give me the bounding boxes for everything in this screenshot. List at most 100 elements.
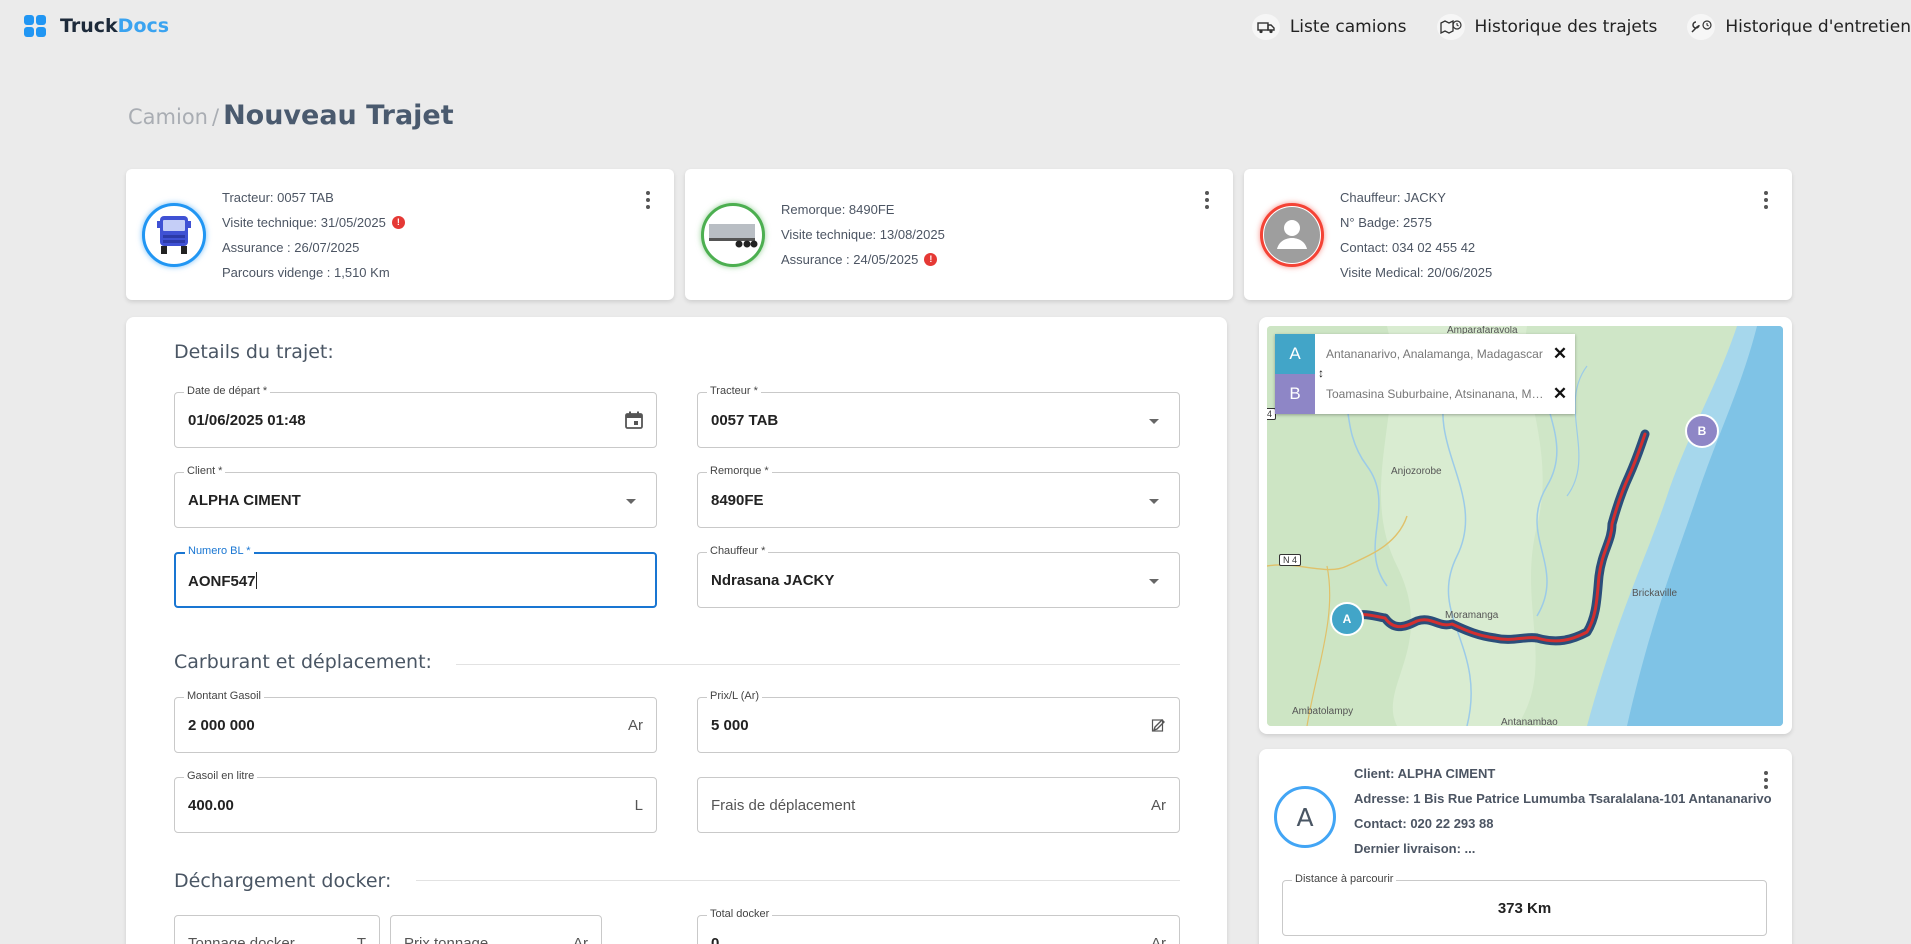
road-shield: N 4: [1279, 554, 1302, 566]
field-placeholder: Prix tonnage: [404, 935, 489, 944]
field-value: ALPHA CIMENT: [188, 492, 301, 509]
distance-value: 373 Km: [1497, 900, 1552, 917]
driver-card: Chauffeur: JACKY N° Badge: 2575 Contact:…: [1244, 169, 1792, 300]
tractor-avatar: [142, 203, 206, 267]
fuel-liters-input[interactable]: Gasoil en litre 400.00 L: [174, 770, 657, 833]
route-map[interactable]: Amparafaravola Anjozorobe Brickaville Mo…: [1267, 326, 1783, 726]
trailer-line: Remorque: 8490FE: [781, 197, 945, 222]
origin-marker: A: [1275, 334, 1315, 374]
nav-label: Liste camions: [1289, 17, 1407, 37]
nav-historique-entretien[interactable]: Historique d'entretien: [1687, 14, 1911, 40]
client-select[interactable]: Client * ALPHA CIMENT: [174, 465, 657, 528]
field-value: 0: [711, 935, 720, 944]
trailer-line: Assurance : 24/05/2025!: [781, 247, 945, 272]
field-value-wrap: AONF547: [188, 572, 257, 590]
route-panel: A Antananarivo, Analamanga, Madagascar ✕…: [1275, 334, 1575, 414]
docker-total-input[interactable]: Total docker 0 Ar: [697, 908, 1180, 944]
caret-down-icon: [1149, 419, 1159, 424]
client-avatar: A: [1274, 786, 1336, 848]
field-label: Distance à parcourir: [1292, 873, 1397, 885]
trailer-icon: [709, 224, 758, 248]
client-last-delivery: Dernier livraison: ...: [1354, 841, 1476, 856]
client-info: Client: ALPHA CIMENT Adresse: 1 Bis Rue …: [1354, 761, 1772, 861]
field-value: AONF547: [188, 573, 256, 590]
distance-field: Distance à parcourir 373 Km: [1282, 873, 1767, 936]
driver-line: Chauffeur: JACKY: [1340, 185, 1492, 210]
clear-origin-icon[interactable]: ✕: [1545, 344, 1575, 364]
more-vert-icon[interactable]: [1205, 191, 1209, 209]
edit-icon[interactable]: [1151, 717, 1167, 733]
more-vert-icon[interactable]: [1764, 771, 1768, 789]
driver-badge: N° Badge: 2575: [1340, 215, 1432, 230]
field-suffix: Ar: [573, 935, 588, 944]
wrench-history-icon: [1687, 14, 1716, 40]
driver-name: Chauffeur: JACKY: [1340, 190, 1446, 205]
driver-select[interactable]: Chauffeur * Ndrasana JACKY: [697, 545, 1180, 608]
route-pin-b[interactable]: B: [1685, 414, 1719, 448]
field-value: 2 000 000: [188, 717, 255, 734]
calendar-icon[interactable]: [624, 410, 644, 430]
travel-fees-input[interactable]: Frais de déplacement Ar: [697, 777, 1180, 833]
origin-input[interactable]: Antananarivo, Analamanga, Madagascar: [1315, 347, 1545, 361]
main-nav: Liste camions Historique des trajets His…: [1251, 14, 1911, 40]
client-contact: Contact: 020 22 293 88: [1354, 816, 1494, 831]
departure-date-field[interactable]: Date de départ * 01/06/2025 01:48: [174, 385, 657, 448]
route-pin-a[interactable]: A: [1330, 602, 1364, 636]
map-place-label: Moramanga: [1445, 610, 1499, 621]
field-label: Numero BL *: [185, 545, 254, 557]
tractor-line: Assurance : 26/07/2025: [222, 235, 405, 260]
tractor-line: Parcours videnge : 1,510 Km: [222, 260, 405, 285]
field-label: Date de départ *: [184, 385, 271, 397]
fuel-amount-input[interactable]: Montant Gasoil 2 000 000 Ar: [174, 690, 657, 753]
swap-route-icon[interactable]: ↕: [1318, 366, 1324, 380]
field-label: Remorque *: [707, 465, 772, 477]
field-suffix: T: [356, 935, 366, 944]
more-vert-icon[interactable]: [646, 191, 650, 209]
map-card: Amparafaravola Anjozorobe Brickaville Mo…: [1259, 317, 1792, 734]
destination-input[interactable]: Toamasina Suburbaine, Atsinanana, Madaga…: [1315, 387, 1545, 401]
clear-destination-icon[interactable]: ✕: [1545, 384, 1575, 404]
section-title-fuel: Carburant et déplacement:: [174, 651, 432, 673]
nav-liste-camions[interactable]: Liste camions: [1251, 14, 1407, 40]
warning-icon: !: [924, 253, 938, 266]
more-vert-icon[interactable]: [1764, 191, 1768, 209]
app-logo[interactable]: TruckDocs: [24, 15, 169, 37]
tractor-visite: Visite technique: 31/05/2025: [222, 215, 386, 230]
bl-number-input[interactable]: Numero BL * AONF547: [174, 545, 657, 608]
logo-text: TruckDocs: [60, 15, 170, 37]
trailer-card: Remorque: 8490FE Visite technique: 13/08…: [685, 169, 1233, 300]
truck-front-icon: [157, 216, 191, 254]
price-per-liter-input[interactable]: Prix/L (Ar) 5 000: [697, 690, 1180, 753]
text-cursor: [255, 572, 257, 589]
field-label: Client *: [184, 465, 226, 477]
driver-avatar: [1260, 203, 1324, 267]
truck-icon: [1251, 14, 1280, 40]
section-title-docker: Déchargement docker:: [174, 870, 392, 892]
tractor-assurance: Assurance : 26/07/2025: [222, 240, 360, 255]
field-value: 01/06/2025 01:48: [188, 412, 306, 429]
field-value: 0057 TAB: [711, 412, 779, 429]
trailer-avatar: [701, 203, 765, 267]
route-destination-row: B Toamasina Suburbaine, Atsinanana, Mada…: [1275, 374, 1575, 414]
tractor-select[interactable]: Tracteur * 0057 TAB: [697, 385, 1180, 448]
client-name: Client: ALPHA CIMENT: [1354, 766, 1496, 781]
trailer-assurance: Assurance : 24/05/2025: [781, 252, 919, 267]
field-label: Prix/L (Ar): [707, 690, 763, 702]
driver-info: Chauffeur: JACKY N° Badge: 2575 Contact:…: [1340, 185, 1492, 285]
trip-form-card: Details du trajet: Date de départ * 01/0…: [126, 317, 1227, 944]
tractor-line: Tracteur: 0057 TAB: [222, 185, 405, 210]
caret-down-icon: [626, 499, 636, 504]
driver-line: Contact: 034 02 455 42: [1340, 235, 1492, 260]
map-place-label: Ambatolampy: [1292, 706, 1354, 717]
breadcrumb-parent[interactable]: Camion: [128, 105, 208, 129]
tractor-info: Tracteur: 0057 TAB Visite technique: 31/…: [222, 185, 405, 285]
top-bar: TruckDocs Liste camions Historique des t…: [0, 0, 1911, 56]
tractor-id: Tracteur: 0057 TAB: [222, 190, 334, 205]
caret-down-icon: [1149, 579, 1159, 584]
trailer-select[interactable]: Remorque * 8490FE: [697, 465, 1180, 528]
docker-tonnage-input[interactable]: Tonnage docker T: [174, 915, 380, 944]
client-card: A Client: ALPHA CIMENT Adresse: 1 Bis Ru…: [1259, 749, 1792, 944]
nav-historique-trajets[interactable]: Historique des trajets: [1436, 14, 1657, 40]
field-value: 400.00: [188, 797, 234, 814]
tonnage-price-input[interactable]: Prix tonnage Ar: [390, 915, 602, 944]
